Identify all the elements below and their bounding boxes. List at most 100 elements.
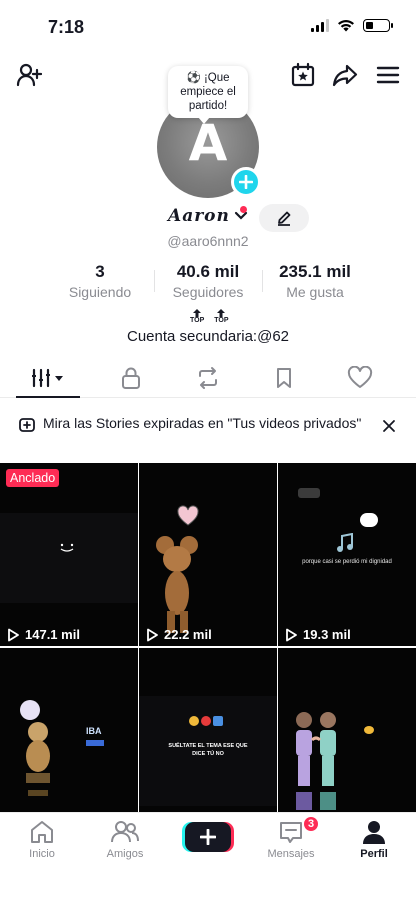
star-sticker [364, 726, 374, 734]
nav-friends[interactable]: Amigos [85, 819, 165, 860]
nav-label: Mensajes [267, 848, 315, 860]
bottom-nav: Inicio Amigos Mensajes 3 Perfil [0, 812, 416, 901]
repost-icon [199, 367, 217, 389]
video-thumbnail[interactable] [278, 648, 416, 831]
pencil-icon [278, 211, 291, 226]
status-bar: 7:18 [0, 0, 416, 52]
view-count-text: 19.3 mil [303, 627, 351, 642]
overlay-text: porque casi se perdió mi dignidad [302, 559, 392, 565]
stat-label: Siguiendo [68, 284, 132, 300]
video-thumbnail[interactable]: porque casi se perdió mi dignidad 19.3 m… [278, 463, 416, 646]
stat-label: Seguidores [172, 284, 244, 300]
sign-art [86, 740, 104, 746]
pinned-badge: Anclado [6, 469, 60, 487]
play-icon [286, 628, 297, 641]
nav-home[interactable]: Inicio [2, 819, 82, 860]
stat-following[interactable]: 3 Siguiendo [45, 262, 155, 300]
add-friend-icon [16, 63, 42, 87]
share-button[interactable] [330, 60, 360, 90]
menu-icon [376, 66, 400, 84]
bookmark-icon [277, 368, 291, 388]
arrow-up-icon [193, 309, 202, 317]
tab-private[interactable] [91, 358, 171, 398]
message-count-badge: 3 [302, 815, 320, 833]
thumbnail-art [0, 513, 138, 603]
tab-videos[interactable] [8, 358, 88, 398]
videos-icon [32, 368, 63, 388]
nav-label: Amigos [106, 848, 144, 860]
video-thumbnail[interactable]: Anclado 147.1 mil [0, 463, 138, 646]
video-thumbnail[interactable]: SUÉLTATE EL TEMA ESE QUE DICE TÚ NO [139, 648, 277, 831]
play-icon [147, 628, 158, 641]
signal-icon [311, 19, 329, 32]
heart-sticker [177, 505, 199, 526]
status-time: 7:18 [48, 17, 85, 37]
video-grid: Anclado 147.1 mil 22.2 mil porque casi s… [0, 463, 416, 831]
stat-label: Me gusta [286, 284, 344, 300]
bear-character-art [20, 700, 50, 796]
chat-bubble-sticker [360, 513, 378, 527]
view-count: 19.3 mil [285, 627, 351, 642]
music-note-icon [337, 533, 353, 552]
profile-stats: 3 Siguiendo 40.6 mil Seguidores 235.1 mi… [50, 262, 366, 302]
stat-followers[interactable]: 40.6 mil Seguidores [153, 262, 263, 300]
view-count-text: 22.2 mil [164, 627, 212, 642]
stat-value: 3 [95, 262, 105, 281]
emoji-row [189, 716, 223, 726]
view-count: 147.1 mil [7, 627, 80, 642]
plus-square-icon [19, 418, 35, 432]
wifi-icon [338, 20, 354, 32]
notification-dot [240, 206, 247, 213]
display-name: Aaron [168, 206, 230, 226]
arrow-up-icon [217, 309, 226, 317]
secondary-account[interactable]: Cuenta secundaria:@62 [0, 328, 416, 345]
edit-profile-button[interactable] [259, 204, 309, 232]
name-row[interactable]: Aaron [168, 206, 248, 226]
caption-text: IBA [86, 726, 102, 736]
create-button[interactable] [185, 822, 231, 852]
menu-button[interactable] [373, 60, 403, 90]
share-icon [332, 64, 358, 87]
nav-label: Inicio [29, 848, 55, 860]
caption-text: SUÉLTATE EL TEMA ESE QUE DICE TÚ NO [168, 743, 248, 757]
couple-character-art [296, 712, 336, 810]
tab-reposts[interactable] [168, 358, 248, 398]
tab-saved[interactable] [244, 358, 324, 398]
add-avatar-button[interactable] [231, 167, 261, 197]
plus-icon [239, 175, 253, 189]
top-badge-label: TOP [190, 317, 205, 324]
home-icon [31, 821, 53, 843]
heart-icon [347, 366, 373, 388]
tab-liked[interactable] [320, 358, 400, 398]
play-icon [8, 628, 19, 641]
banner-text: Mira las Stories expiradas en "Tus video… [43, 415, 362, 431]
stories-banner[interactable]: Mira las Stories expiradas en "Tus video… [0, 408, 416, 454]
top-badges: TOP TOP [190, 309, 229, 325]
calendar-star-icon [291, 62, 315, 87]
close-icon[interactable] [382, 419, 396, 433]
view-count-text: 147.1 mil [25, 627, 80, 642]
video-thumbnail[interactable]: 22.2 mil [139, 463, 277, 646]
stat-likes[interactable]: 235.1 mil Me gusta [260, 262, 370, 300]
emoji-sticker [298, 488, 320, 498]
top-badge-label: TOP [214, 317, 229, 324]
username: @aaro6nnn2 [167, 233, 249, 249]
plus-icon [200, 829, 216, 845]
status-bubble[interactable]: ⚽ ¡Que empiece el partido! [168, 66, 248, 124]
stat-value: 235.1 mil [279, 262, 351, 281]
nav-profile[interactable]: Perfil [334, 819, 414, 860]
add-friend-button[interactable] [14, 60, 44, 90]
profile-icon [363, 821, 385, 844]
top-badge: TOP [190, 309, 204, 325]
nav-label: Perfil [360, 848, 388, 860]
profile-tabs [0, 358, 416, 398]
calendar-button[interactable] [288, 60, 318, 90]
stat-value: 40.6 mil [176, 262, 240, 281]
active-tab-indicator [16, 396, 80, 398]
lock-icon [122, 367, 140, 389]
inbox-icon [280, 822, 302, 843]
status-icons [311, 19, 393, 32]
view-count: 22.2 mil [146, 627, 212, 642]
video-thumbnail[interactable]: IBA [0, 648, 138, 831]
top-badge: TOP [214, 309, 229, 325]
